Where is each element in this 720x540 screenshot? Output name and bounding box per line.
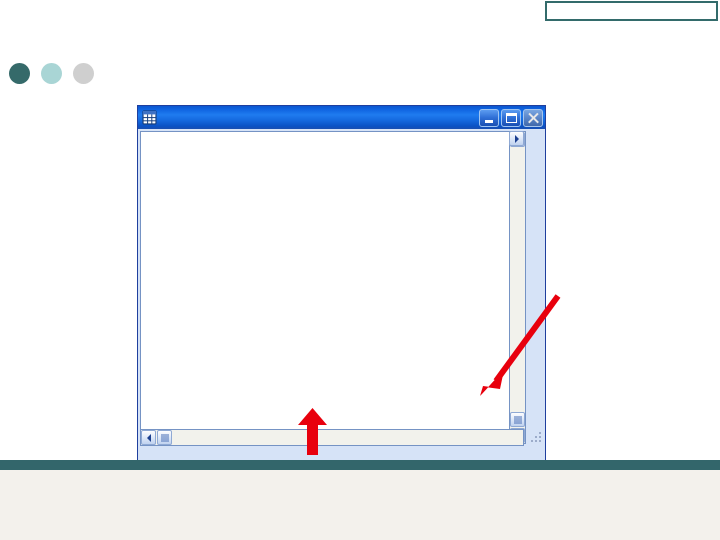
scroll-right-icon[interactable]: [509, 131, 524, 146]
horizontal-scrollbar-thumb[interactable]: [157, 430, 172, 445]
session-worksheet-icon: [142, 110, 157, 125]
scroll-left-icon[interactable]: [141, 430, 156, 445]
slide-header-box: [545, 1, 718, 21]
decorative-dot-gray: [73, 63, 94, 84]
thumbnail-strip: [0, 470, 720, 540]
decorative-dot-dark: [9, 63, 30, 84]
horizontal-scrollbar[interactable]: [140, 429, 524, 446]
close-button[interactable]: [523, 108, 543, 127]
decorative-dot-light: [41, 63, 62, 84]
maximize-button[interactable]: [501, 108, 521, 127]
session-titlebar[interactable]: [138, 106, 545, 129]
accent-bar: [0, 460, 720, 470]
vertical-scrollbar-thumb[interactable]: [510, 412, 525, 427]
minimize-button[interactable]: [479, 108, 499, 127]
resize-grip[interactable]: [529, 430, 544, 445]
session-output-pane[interactable]: [140, 131, 524, 444]
session-body: [140, 131, 545, 464]
vertical-scrollbar[interactable]: [509, 131, 526, 444]
session-window: [137, 105, 546, 465]
